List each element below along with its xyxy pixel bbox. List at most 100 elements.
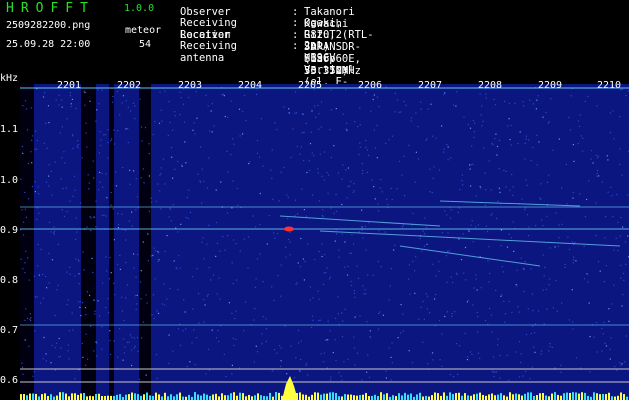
level-bar xyxy=(305,394,307,400)
noise-dot xyxy=(340,375,342,377)
noise-dot xyxy=(118,224,120,226)
noise-dot xyxy=(71,98,73,100)
noise-dot xyxy=(113,282,115,284)
noise-dot xyxy=(364,289,366,291)
noise-dot xyxy=(595,154,597,156)
noise-dot xyxy=(24,319,26,321)
noise-dot xyxy=(605,216,607,218)
noise-dot xyxy=(196,268,198,270)
noise-dot xyxy=(466,301,468,303)
noise-dot xyxy=(321,175,323,177)
noise-dot xyxy=(573,259,575,261)
noise-dot xyxy=(354,121,356,123)
noise-dot xyxy=(174,168,176,170)
noise-dot xyxy=(46,287,48,289)
noise-dot xyxy=(335,193,337,196)
noise-dot xyxy=(493,376,495,378)
noise-dot xyxy=(134,295,137,297)
noise-dot xyxy=(245,301,247,303)
level-bar xyxy=(368,396,370,400)
noise-dot xyxy=(586,273,588,275)
noise-dot xyxy=(602,333,604,335)
noise-dot xyxy=(195,337,197,339)
noise-dot xyxy=(523,268,525,270)
noise-dot xyxy=(388,347,390,349)
level-bar xyxy=(98,393,100,400)
level-bar xyxy=(59,392,61,400)
level-bar xyxy=(260,395,262,400)
level-bar xyxy=(161,396,163,400)
noise-dot xyxy=(203,258,205,260)
noise-dot xyxy=(308,160,310,162)
noise-dot xyxy=(429,312,431,314)
noise-dot xyxy=(57,284,59,286)
noise-dot xyxy=(129,169,131,171)
noise-dot xyxy=(306,363,308,365)
noise-dot xyxy=(627,194,629,196)
level-bar xyxy=(53,396,55,400)
noise-dot xyxy=(123,338,125,340)
noise-dot xyxy=(613,284,615,286)
noise-dot xyxy=(89,100,91,102)
level-bar xyxy=(323,393,325,400)
noise-dot xyxy=(210,279,212,281)
noise-dot xyxy=(324,253,326,256)
noise-dot xyxy=(131,349,133,351)
noise-dot xyxy=(389,285,391,287)
level-bar xyxy=(128,394,130,400)
noise-dot xyxy=(53,233,55,235)
noise-dot xyxy=(77,259,79,261)
noise-dot xyxy=(530,268,532,270)
noise-dot xyxy=(277,275,279,277)
noise-dot xyxy=(76,145,78,147)
noise-dot xyxy=(318,113,320,115)
noise-dot xyxy=(182,330,184,332)
noise-dot xyxy=(110,272,112,274)
level-bar xyxy=(218,396,220,400)
noise-dot xyxy=(261,333,263,335)
noise-dot xyxy=(601,350,603,352)
x-tick-label: 2202 xyxy=(117,80,142,91)
noise-dot xyxy=(323,179,325,181)
noise-dot xyxy=(525,138,527,140)
noise-dot xyxy=(415,255,417,258)
level-bar xyxy=(101,395,103,400)
noise-dot xyxy=(95,341,97,343)
level-bar xyxy=(620,392,622,400)
noise-dot xyxy=(327,192,329,194)
noise-dot xyxy=(373,94,375,96)
level-bar xyxy=(221,393,223,400)
noise-dot xyxy=(274,237,276,239)
noise-dot xyxy=(119,268,121,270)
noise-dot xyxy=(208,369,211,371)
noise-dot xyxy=(540,353,542,355)
level-bar xyxy=(545,395,547,400)
noise-dot xyxy=(174,111,176,113)
noise-dot xyxy=(116,263,119,265)
noise-dot xyxy=(75,217,77,219)
noise-dot xyxy=(354,296,356,299)
noise-dot xyxy=(65,187,67,189)
noise-dot xyxy=(78,283,80,285)
noise-dot xyxy=(394,244,396,247)
noise-dot xyxy=(24,339,26,341)
noise-dot xyxy=(373,186,375,188)
noise-dot xyxy=(243,238,245,240)
noise-dot xyxy=(408,350,410,352)
noise-dot xyxy=(273,232,275,234)
level-bar xyxy=(239,392,241,400)
level-bar xyxy=(71,393,73,400)
noise-dot xyxy=(97,89,99,91)
noise-dot xyxy=(230,100,232,102)
noise-dot xyxy=(583,245,585,247)
noise-dot xyxy=(545,111,547,113)
noise-dot xyxy=(451,315,453,317)
noise-dot xyxy=(341,233,343,235)
noise-dot xyxy=(528,139,530,141)
noise-dot xyxy=(603,321,605,324)
noise-dot xyxy=(423,245,426,247)
noise-dot xyxy=(117,227,119,229)
noise-dot xyxy=(307,243,309,245)
noise-dot xyxy=(61,157,63,159)
noise-dot xyxy=(286,194,288,196)
